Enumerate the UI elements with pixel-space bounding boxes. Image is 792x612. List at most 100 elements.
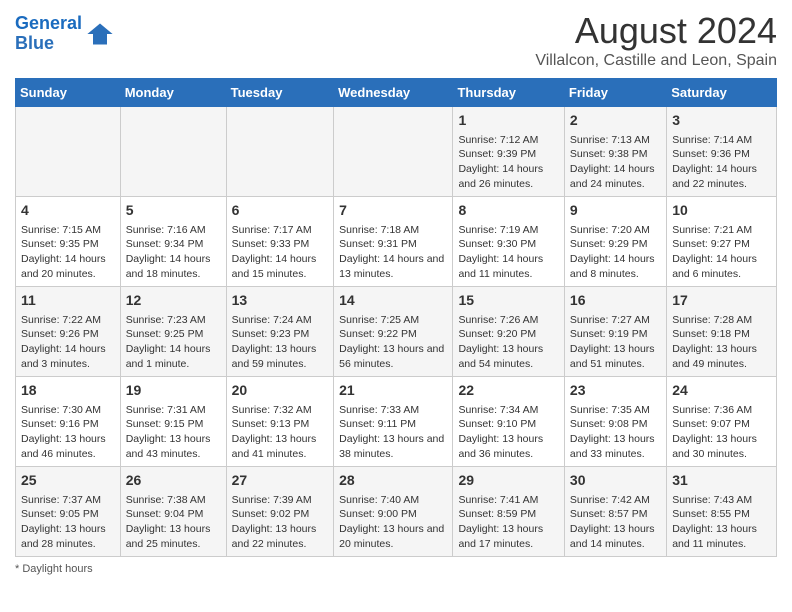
calendar-cell: 26Sunrise: 7:38 AM Sunset: 9:04 PM Dayli… [120, 467, 226, 557]
day-info: Sunrise: 7:33 AM Sunset: 9:11 PM Dayligh… [339, 403, 447, 462]
header: GeneralBlue August 2024 Villalcon, Casti… [15, 10, 777, 70]
day-number: 25 [21, 471, 115, 491]
calendar-cell: 8Sunrise: 7:19 AM Sunset: 9:30 PM Daylig… [453, 197, 564, 287]
day-info: Sunrise: 7:26 AM Sunset: 9:20 PM Dayligh… [458, 313, 558, 372]
day-header-thursday: Thursday [453, 79, 564, 107]
calendar-cell: 1Sunrise: 7:12 AM Sunset: 9:39 PM Daylig… [453, 107, 564, 197]
calendar-cell: 21Sunrise: 7:33 AM Sunset: 9:11 PM Dayli… [334, 377, 453, 467]
day-number: 21 [339, 381, 447, 401]
day-info: Sunrise: 7:12 AM Sunset: 9:39 PM Dayligh… [458, 133, 558, 192]
calendar-cell: 5Sunrise: 7:16 AM Sunset: 9:34 PM Daylig… [120, 197, 226, 287]
logo: GeneralBlue [15, 14, 114, 54]
day-info: Sunrise: 7:36 AM Sunset: 9:07 PM Dayligh… [672, 403, 771, 462]
day-number: 4 [21, 201, 115, 221]
calendar-cell: 27Sunrise: 7:39 AM Sunset: 9:02 PM Dayli… [226, 467, 334, 557]
calendar-cell [334, 107, 453, 197]
day-number: 31 [672, 471, 771, 491]
week-row-4: 18Sunrise: 7:30 AM Sunset: 9:16 PM Dayli… [16, 377, 777, 467]
day-number: 24 [672, 381, 771, 401]
calendar-cell: 9Sunrise: 7:20 AM Sunset: 9:29 PM Daylig… [564, 197, 666, 287]
calendar-cell: 6Sunrise: 7:17 AM Sunset: 9:33 PM Daylig… [226, 197, 334, 287]
day-info: Sunrise: 7:30 AM Sunset: 9:16 PM Dayligh… [21, 403, 115, 462]
day-info: Sunrise: 7:17 AM Sunset: 9:33 PM Dayligh… [232, 223, 329, 282]
day-number: 8 [458, 201, 558, 221]
day-header-wednesday: Wednesday [334, 79, 453, 107]
day-info: Sunrise: 7:28 AM Sunset: 9:18 PM Dayligh… [672, 313, 771, 372]
day-number: 2 [570, 111, 661, 131]
week-row-3: 11Sunrise: 7:22 AM Sunset: 9:26 PM Dayli… [16, 287, 777, 377]
calendar-cell: 24Sunrise: 7:36 AM Sunset: 9:07 PM Dayli… [667, 377, 777, 467]
calendar-cell: 29Sunrise: 7:41 AM Sunset: 8:59 PM Dayli… [453, 467, 564, 557]
day-header-tuesday: Tuesday [226, 79, 334, 107]
day-info: Sunrise: 7:23 AM Sunset: 9:25 PM Dayligh… [126, 313, 221, 372]
day-number: 27 [232, 471, 329, 491]
day-number: 23 [570, 381, 661, 401]
calendar-cell: 19Sunrise: 7:31 AM Sunset: 9:15 PM Dayli… [120, 377, 226, 467]
main-title: August 2024 [535, 10, 777, 52]
day-info: Sunrise: 7:20 AM Sunset: 9:29 PM Dayligh… [570, 223, 661, 282]
calendar-cell: 15Sunrise: 7:26 AM Sunset: 9:20 PM Dayli… [453, 287, 564, 377]
day-info: Sunrise: 7:40 AM Sunset: 9:00 PM Dayligh… [339, 493, 447, 552]
calendar-cell: 17Sunrise: 7:28 AM Sunset: 9:18 PM Dayli… [667, 287, 777, 377]
day-number: 17 [672, 291, 771, 311]
day-info: Sunrise: 7:31 AM Sunset: 9:15 PM Dayligh… [126, 403, 221, 462]
day-info: Sunrise: 7:22 AM Sunset: 9:26 PM Dayligh… [21, 313, 115, 372]
title-area: August 2024 Villalcon, Castille and Leon… [535, 10, 777, 70]
day-info: Sunrise: 7:24 AM Sunset: 9:23 PM Dayligh… [232, 313, 329, 372]
days-header-row: SundayMondayTuesdayWednesdayThursdayFrid… [16, 79, 777, 107]
day-info: Sunrise: 7:42 AM Sunset: 8:57 PM Dayligh… [570, 493, 661, 552]
calendar-cell: 25Sunrise: 7:37 AM Sunset: 9:05 PM Dayli… [16, 467, 121, 557]
calendar-cell: 14Sunrise: 7:25 AM Sunset: 9:22 PM Dayli… [334, 287, 453, 377]
day-number: 3 [672, 111, 771, 131]
subtitle: Villalcon, Castille and Leon, Spain [535, 52, 777, 70]
day-info: Sunrise: 7:32 AM Sunset: 9:13 PM Dayligh… [232, 403, 329, 462]
day-info: Sunrise: 7:38 AM Sunset: 9:04 PM Dayligh… [126, 493, 221, 552]
day-info: Sunrise: 7:25 AM Sunset: 9:22 PM Dayligh… [339, 313, 447, 372]
day-info: Sunrise: 7:35 AM Sunset: 9:08 PM Dayligh… [570, 403, 661, 462]
day-number: 1 [458, 111, 558, 131]
calendar-cell: 13Sunrise: 7:24 AM Sunset: 9:23 PM Dayli… [226, 287, 334, 377]
calendar-cell: 10Sunrise: 7:21 AM Sunset: 9:27 PM Dayli… [667, 197, 777, 287]
day-info: Sunrise: 7:18 AM Sunset: 9:31 PM Dayligh… [339, 223, 447, 282]
day-number: 14 [339, 291, 447, 311]
day-info: Sunrise: 7:13 AM Sunset: 9:38 PM Dayligh… [570, 133, 661, 192]
day-info: Sunrise: 7:41 AM Sunset: 8:59 PM Dayligh… [458, 493, 558, 552]
day-info: Sunrise: 7:14 AM Sunset: 9:36 PM Dayligh… [672, 133, 771, 192]
day-number: 10 [672, 201, 771, 221]
day-info: Sunrise: 7:21 AM Sunset: 9:27 PM Dayligh… [672, 223, 771, 282]
calendar-cell [120, 107, 226, 197]
day-header-monday: Monday [120, 79, 226, 107]
calendar-cell: 23Sunrise: 7:35 AM Sunset: 9:08 PM Dayli… [564, 377, 666, 467]
day-number: 22 [458, 381, 558, 401]
day-number: 26 [126, 471, 221, 491]
calendar-cell: 3Sunrise: 7:14 AM Sunset: 9:36 PM Daylig… [667, 107, 777, 197]
footer-note: * Daylight hours [15, 563, 777, 575]
calendar-cell: 2Sunrise: 7:13 AM Sunset: 9:38 PM Daylig… [564, 107, 666, 197]
day-number: 30 [570, 471, 661, 491]
day-header-friday: Friday [564, 79, 666, 107]
day-number: 5 [126, 201, 221, 221]
calendar-cell: 20Sunrise: 7:32 AM Sunset: 9:13 PM Dayli… [226, 377, 334, 467]
day-info: Sunrise: 7:39 AM Sunset: 9:02 PM Dayligh… [232, 493, 329, 552]
day-info: Sunrise: 7:34 AM Sunset: 9:10 PM Dayligh… [458, 403, 558, 462]
day-number: 18 [21, 381, 115, 401]
calendar-cell: 31Sunrise: 7:43 AM Sunset: 8:55 PM Dayli… [667, 467, 777, 557]
day-info: Sunrise: 7:43 AM Sunset: 8:55 PM Dayligh… [672, 493, 771, 552]
calendar-cell: 12Sunrise: 7:23 AM Sunset: 9:25 PM Dayli… [120, 287, 226, 377]
day-info: Sunrise: 7:15 AM Sunset: 9:35 PM Dayligh… [21, 223, 115, 282]
calendar-cell: 30Sunrise: 7:42 AM Sunset: 8:57 PM Dayli… [564, 467, 666, 557]
day-header-saturday: Saturday [667, 79, 777, 107]
calendar-cell: 28Sunrise: 7:40 AM Sunset: 9:00 PM Dayli… [334, 467, 453, 557]
calendar-cell: 16Sunrise: 7:27 AM Sunset: 9:19 PM Dayli… [564, 287, 666, 377]
day-info: Sunrise: 7:37 AM Sunset: 9:05 PM Dayligh… [21, 493, 115, 552]
day-number: 29 [458, 471, 558, 491]
day-number: 20 [232, 381, 329, 401]
calendar-cell: 4Sunrise: 7:15 AM Sunset: 9:35 PM Daylig… [16, 197, 121, 287]
calendar-cell [16, 107, 121, 197]
week-row-1: 1Sunrise: 7:12 AM Sunset: 9:39 PM Daylig… [16, 107, 777, 197]
logo-icon [86, 20, 114, 48]
calendar-cell: 11Sunrise: 7:22 AM Sunset: 9:26 PM Dayli… [16, 287, 121, 377]
day-number: 7 [339, 201, 447, 221]
day-number: 13 [232, 291, 329, 311]
day-number: 28 [339, 471, 447, 491]
